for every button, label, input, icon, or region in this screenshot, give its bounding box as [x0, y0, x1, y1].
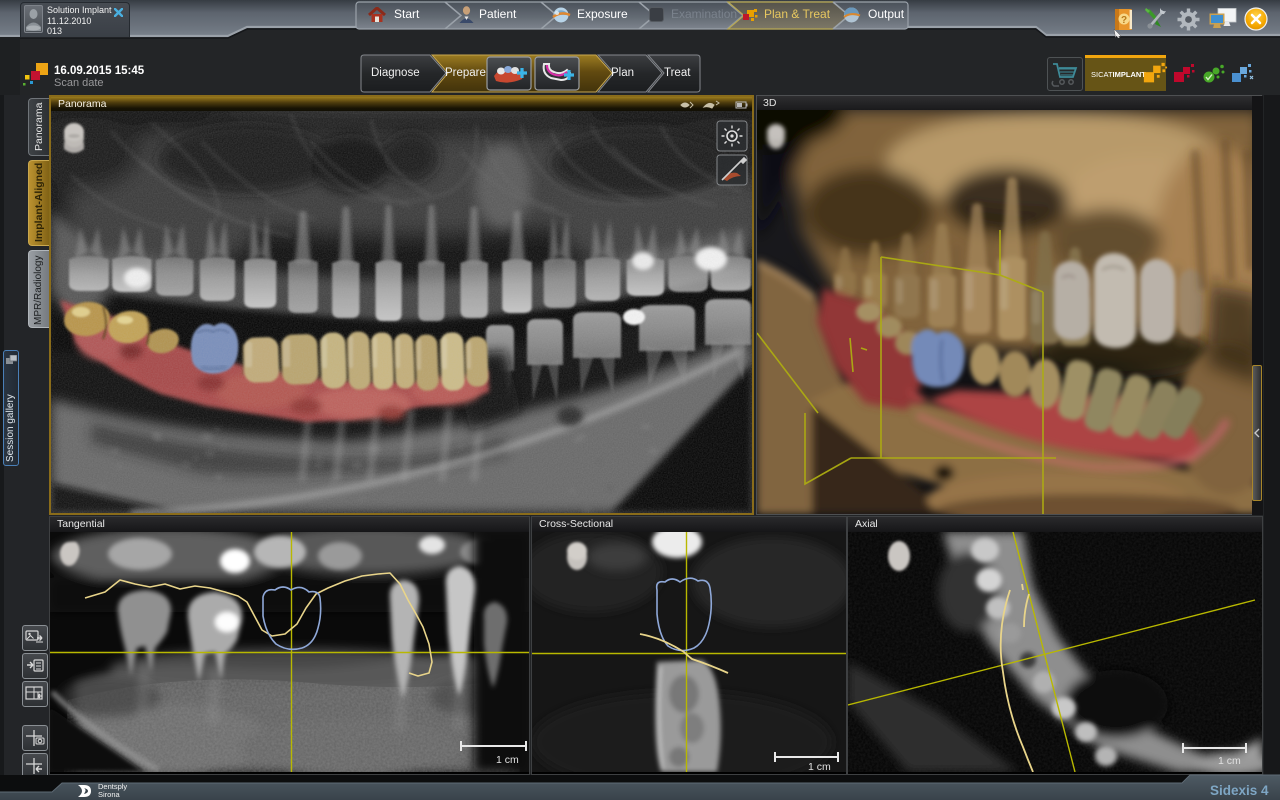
svg-text:?: ? — [1121, 15, 1127, 26]
svg-text:1 cm: 1 cm — [496, 754, 519, 766]
svg-text:1 cm: 1 cm — [1218, 755, 1241, 767]
